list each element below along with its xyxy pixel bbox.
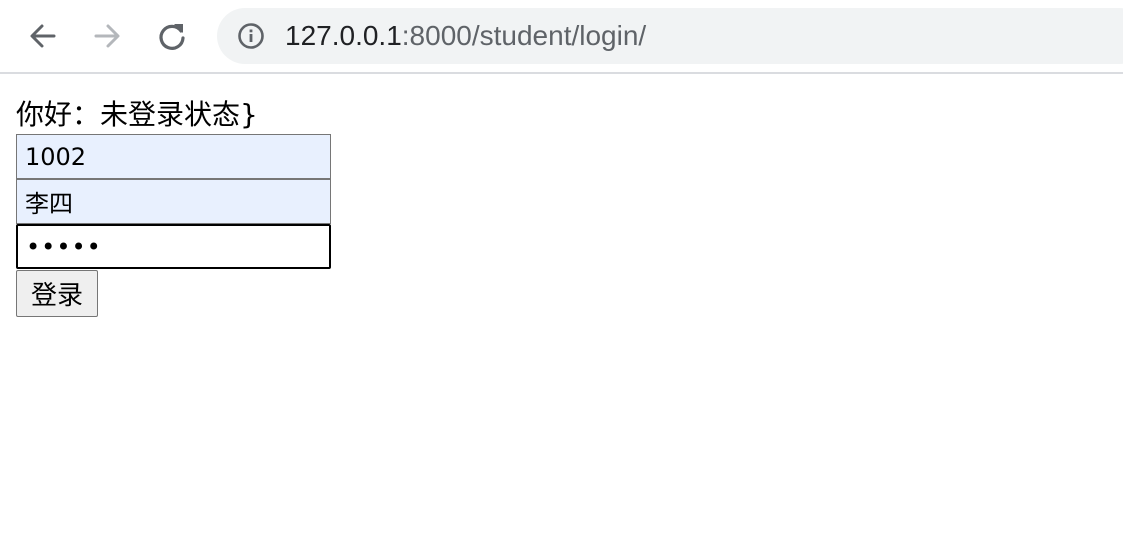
reload-button[interactable] bbox=[153, 17, 191, 55]
url-text[interactable]: 127.0.0.1:8000/student/login/ bbox=[285, 19, 646, 53]
url-host: 127.0.0.1 bbox=[285, 20, 402, 51]
login-button[interactable]: 登录 bbox=[16, 270, 99, 317]
reload-icon bbox=[159, 24, 185, 50]
student-name-input[interactable] bbox=[16, 179, 331, 224]
info-icon[interactable] bbox=[237, 22, 265, 50]
page-content: 你好：未登录状态} 登录 bbox=[16, 96, 331, 317]
password-input[interactable] bbox=[16, 224, 331, 269]
login-form: 登录 bbox=[16, 134, 331, 317]
arrow-left-icon bbox=[30, 24, 56, 48]
student-id-input[interactable] bbox=[16, 134, 331, 179]
arrow-right-icon bbox=[94, 24, 120, 48]
login-status-greeting: 你好：未登录状态} bbox=[16, 98, 258, 131]
url-path: :8000/student/login/ bbox=[401, 20, 647, 51]
address-bar[interactable]: 127.0.0.1:8000/student/login/ bbox=[217, 8, 1123, 64]
forward-button[interactable] bbox=[88, 17, 126, 55]
browser-toolbar: 127.0.0.1:8000/student/login/ bbox=[0, 0, 1123, 74]
back-button[interactable] bbox=[24, 17, 62, 55]
